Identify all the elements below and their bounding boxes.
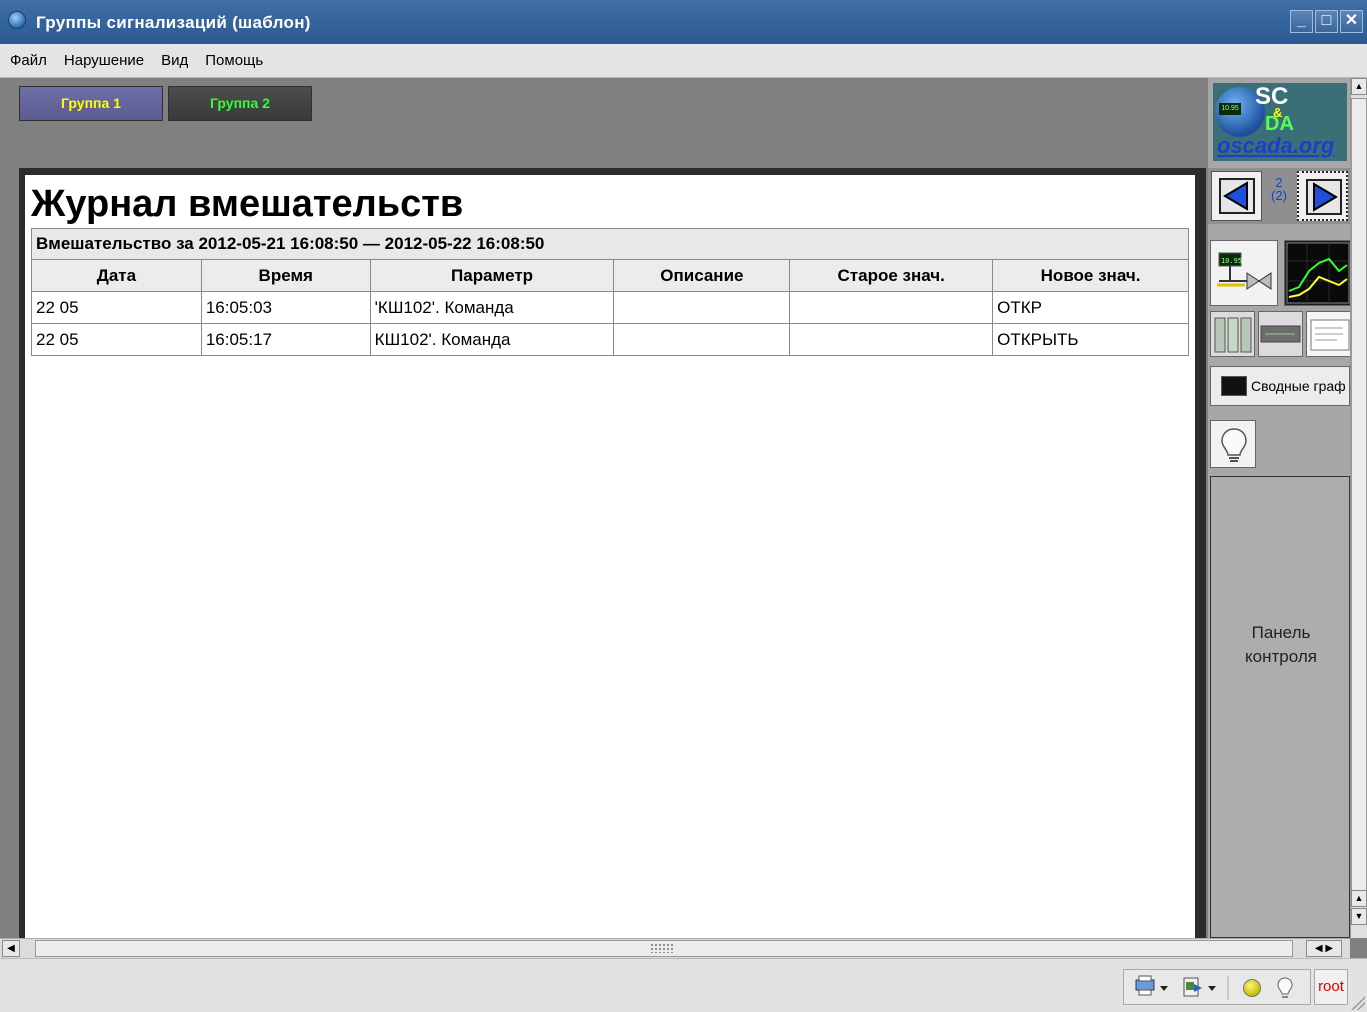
user-indicator[interactable]: root [1314,969,1348,1005]
close-button[interactable]: ✕ [1340,10,1363,33]
resize-grip-icon[interactable] [1351,996,1365,1010]
arrow-right-icon [1306,179,1342,215]
maximize-button[interactable]: □ [1315,10,1338,33]
menu-file[interactable]: Файл [10,52,47,69]
window-title: Группы сигнализаций (шаблон) [36,13,311,32]
column-header-time: Время [200,259,371,292]
panel-icon [1214,317,1252,353]
journal-table: Вмешательство за 2012-05-21 16:08:50 — 2… [31,228,1189,356]
group-2-button[interactable]: Группа 2 [168,86,312,121]
total-pages: (2) [1271,188,1287,203]
cell-date: 22 05 [31,291,202,324]
trend-chart-icon [1286,242,1350,304]
app-icon [8,11,26,29]
cell-time: 16:05:03 [200,291,371,324]
column-header-date: Дата [31,259,202,292]
control-panel-label-line2: контроля [1245,647,1317,666]
cell-parameter: 'КШ102'. Команда [369,291,615,324]
table-row[interactable]: 22 05 16:05:17 КШ102'. Команда ОТКРЫТЬ [31,323,1189,356]
mnemonic-scheme-button[interactable]: 10.95 [1210,240,1278,306]
overview-button[interactable] [1258,311,1303,357]
tray-icons [1135,975,1229,1000]
column-header-new-value: Новое знач. [992,259,1189,292]
alarm-indicator-icon[interactable] [1243,979,1261,997]
graph-thumbnail-icon [1221,376,1247,396]
valve-scheme-icon: 10.95 [1217,252,1272,290]
export-icon [1183,977,1202,997]
column-header-description: Описание [613,259,791,292]
summary-graphs-label: Сводные граф [1251,378,1346,394]
previous-page-button[interactable] [1211,171,1262,221]
cell-time: 16:05:17 [200,323,371,356]
group-1-button[interactable]: Группа 1 [19,86,163,121]
menu-violation[interactable]: Нарушение [64,52,144,69]
control-panel: Панель контроля [1210,476,1350,938]
lightbulb-status-icon[interactable] [1277,977,1293,999]
lamp-button[interactable] [1210,420,1256,468]
overview-icon [1260,325,1301,343]
status-tray [1123,969,1311,1005]
vertical-scrollbar[interactable]: ▲ ▲ ▼ [1350,78,1367,938]
document-button[interactable] [1306,311,1351,357]
cell-parameter: КШ102'. Команда [369,323,615,356]
oscada-logo[interactable]: 10.95 SC & DA oscada.org [1213,83,1347,161]
cell-description [613,291,791,324]
panel-view-button[interactable] [1210,311,1255,357]
menu-view[interactable]: Вид [161,52,188,69]
journal-title: Журнал вмешательств [31,183,464,225]
lightbulb-icon [1221,428,1247,462]
next-page-button[interactable] [1297,171,1348,221]
scroll-up-arrow-bottom[interactable]: ▲ [1351,890,1367,907]
journal-period: Вмешательство за 2012-05-21 16:08:50 — 2… [31,228,1189,260]
cell-new-value: ОТКРЫТЬ [992,323,1189,356]
column-header-parameter: Параметр [369,259,615,292]
vertical-scroll-thumb[interactable] [1351,98,1367,898]
print-icon [1135,975,1155,996]
summary-graphs-button[interactable]: Сводные граф [1210,366,1350,406]
window-controls: _ □ ✕ [1290,10,1363,33]
control-panel-label-line1: Панель [1251,623,1311,642]
scroll-grip-icon [650,943,674,953]
document-icon [1310,319,1350,351]
column-header-old-value: Старое знач. [789,259,994,292]
logo-site-link[interactable]: oscada.org [1217,133,1334,159]
menu-bar: Файл Нарушение Вид Помощь [0,44,1367,78]
table-header-row: Дата Время Параметр Описание Старое знач… [31,259,1189,292]
journal-panel: Журнал вмешательств Вмешательство за 201… [25,175,1195,938]
trend-graph-button[interactable] [1284,240,1352,306]
scroll-up-arrow[interactable]: ▲ [1351,78,1367,95]
arrow-left-icon [1219,178,1255,214]
cell-old-value [789,291,994,324]
cell-new-value: ОТКР [992,291,1189,324]
table-row[interactable]: 22 05 16:05:03 'КШ102'. Команда ОТКР [31,291,1189,324]
window-titlebar[interactable]: Группы сигнализаций (шаблон) _ □ ✕ [0,0,1367,44]
minimize-button[interactable]: _ [1290,10,1313,33]
control-panel-label: Панель контроля [1211,621,1351,669]
horizontal-scrollbar[interactable]: ◀ ◀ ▶ [0,938,1350,958]
page-indicator: 2 (2) [1266,176,1292,202]
svg-text:10.95: 10.95 [1221,257,1242,265]
cell-date: 22 05 [31,323,202,356]
scroll-left-arrow[interactable]: ◀ [2,940,20,957]
scroll-left-right-arrows[interactable]: ◀ ▶ [1306,940,1342,957]
status-bar: root [0,958,1367,1012]
menu-help[interactable]: Помощь [205,52,263,69]
cell-description [613,323,791,356]
logo-sc: SC [1255,83,1289,110]
lcd-indicator: 10.95 [1219,103,1241,115]
cell-old-value [789,323,994,356]
scroll-down-arrow[interactable]: ▼ [1351,908,1367,925]
